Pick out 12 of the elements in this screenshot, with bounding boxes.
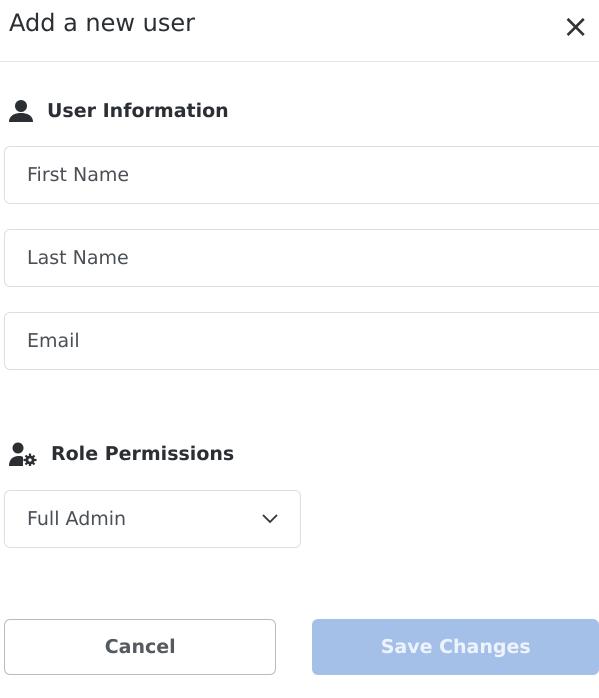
text-field[interactable]: Last Name (4, 229, 599, 287)
close-button[interactable]: × (562, 10, 599, 42)
section-heading: Role Permissions (51, 443, 234, 465)
role-select[interactable]: Full Admin (4, 490, 301, 548)
user-icon (9, 100, 33, 122)
cancel-button[interactable]: Cancel (4, 619, 276, 675)
text-field[interactable]: Email (4, 312, 599, 370)
user-gear-icon (9, 442, 37, 466)
dialog-title: Add a new user (9, 8, 196, 36)
section-heading: User Information (47, 100, 229, 122)
chevron-down-icon (262, 514, 278, 524)
text-field[interactable]: First Name (4, 146, 599, 204)
